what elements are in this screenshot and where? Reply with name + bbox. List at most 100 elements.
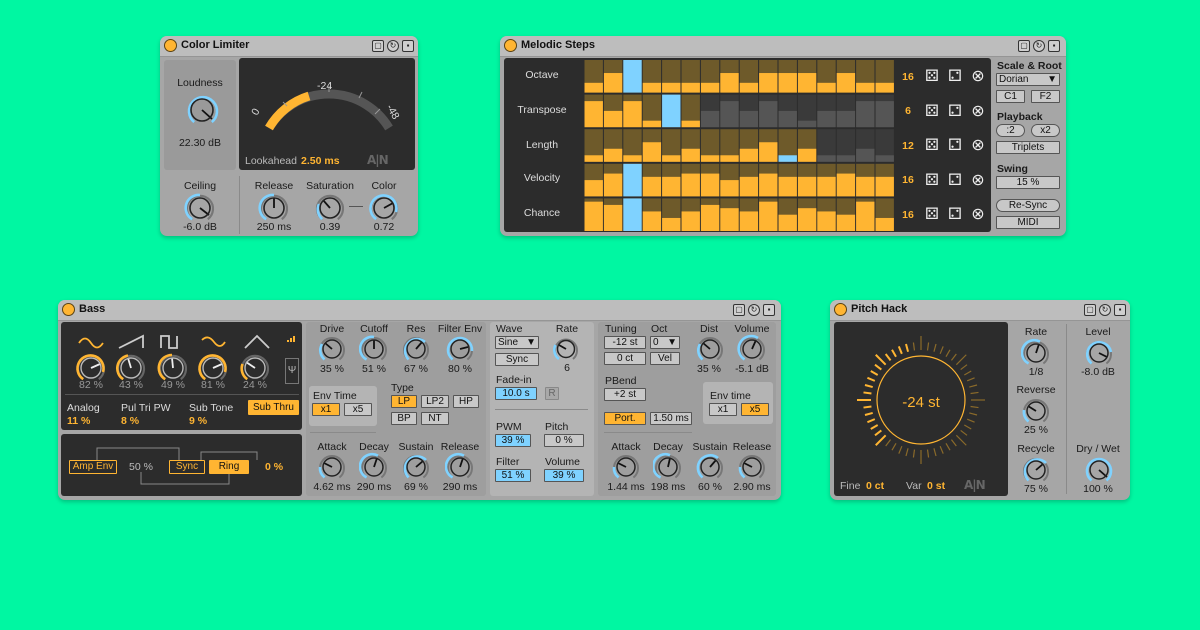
step-bar[interactable]	[759, 101, 778, 128]
step-bar[interactable]	[700, 204, 720, 231]
step-bar[interactable]	[759, 142, 778, 162]
device-toggle[interactable]	[834, 303, 847, 316]
ring-value[interactable]: 0 %	[257, 461, 291, 473]
step-bar[interactable]	[739, 148, 759, 162]
step-bar[interactable]	[662, 176, 681, 197]
step-bar[interactable]	[584, 82, 603, 93]
clear-icon[interactable]: ⊗	[970, 68, 986, 84]
step-bar[interactable]	[875, 82, 894, 93]
drive-knob[interactable]	[317, 334, 347, 364]
step-bar[interactable]	[836, 173, 856, 197]
step-bar[interactable]	[720, 208, 739, 231]
ring-button[interactable]: Ring	[209, 460, 249, 474]
step-bar[interactable]	[720, 101, 739, 128]
refresh-icon[interactable]: ↻	[387, 40, 399, 52]
filter-nt-button[interactable]: NT	[421, 412, 449, 425]
step-bar[interactable]	[720, 180, 739, 197]
lane-length-velocity[interactable]: 16	[896, 174, 920, 186]
step-bar[interactable]	[759, 173, 778, 197]
vel-button[interactable]: Vel	[650, 352, 680, 365]
pitch-value[interactable]: 0 %	[544, 434, 584, 447]
step-bar[interactable]	[778, 176, 797, 197]
release-knob[interactable]	[258, 192, 290, 224]
step-bar[interactable]	[817, 110, 836, 128]
step-bar[interactable]	[720, 155, 739, 162]
filter-lp-button[interactable]: LP	[391, 395, 417, 408]
step-bar[interactable]	[623, 101, 642, 128]
step-bar[interactable]	[720, 73, 739, 93]
crop-icon[interactable]: ▢	[1084, 304, 1096, 316]
mod-value[interactable]: 50 %	[125, 461, 157, 473]
env-time2-x5-button[interactable]: x5	[741, 403, 769, 416]
step-bar[interactable]	[739, 211, 759, 231]
dice-random-icon[interactable]: ⚄	[924, 102, 940, 119]
dice-shift-icon[interactable]: ⚁	[947, 68, 963, 84]
step-bar[interactable]	[642, 120, 662, 128]
dist-knob[interactable]	[695, 334, 725, 364]
step-bar[interactable]	[739, 82, 759, 93]
dice-random-icon[interactable]: ⚄	[924, 68, 940, 84]
step-bar[interactable]	[797, 148, 817, 162]
crop-icon[interactable]: ▢	[372, 40, 384, 52]
step-bar[interactable]	[759, 201, 778, 231]
step-bar[interactable]	[739, 110, 759, 128]
device-toggle[interactable]	[62, 303, 75, 316]
step-bar[interactable]	[662, 155, 681, 162]
step-bar[interactable]	[681, 120, 700, 128]
dice-shift-icon[interactable]: ⚁	[947, 171, 963, 188]
step-bar[interactable]	[603, 204, 623, 231]
step-bar[interactable]	[603, 148, 623, 162]
pbend-value[interactable]: +2 st	[604, 388, 646, 401]
lfo-filter-value[interactable]: 51 %	[495, 469, 531, 482]
step-bar[interactable]	[623, 60, 642, 93]
sync-button[interactable]: Sync	[169, 460, 205, 474]
step-bar[interactable]	[856, 101, 875, 128]
dice-random-icon[interactable]: ⚄	[924, 171, 940, 188]
lane-length-transpose[interactable]: 6	[896, 105, 920, 117]
cutoff-knob[interactable]	[359, 334, 389, 364]
level-knob[interactable]	[1084, 338, 1114, 368]
step-bar[interactable]	[642, 82, 662, 93]
analog-value[interactable]: 11 %	[67, 415, 90, 427]
filter-hp-button[interactable]: HP	[453, 395, 479, 408]
var-value[interactable]: 0 st	[927, 480, 945, 492]
step-bar[interactable]	[875, 217, 894, 231]
step-bar[interactable]	[759, 73, 778, 93]
step-bar[interactable]	[739, 176, 759, 197]
step-bar[interactable]	[623, 163, 642, 197]
refresh-icon[interactable]: ↻	[1033, 40, 1045, 52]
step-bar[interactable]	[856, 201, 875, 231]
step-bar[interactable]	[778, 73, 797, 93]
lane-length-length[interactable]: 12	[896, 140, 920, 152]
step-bar[interactable]	[603, 73, 623, 93]
attack-knob[interactable]	[317, 452, 347, 482]
step-bar[interactable]	[836, 110, 856, 128]
ceiling-knob[interactable]	[184, 192, 216, 224]
step-bar[interactable]	[875, 176, 894, 197]
env-time-x1-button[interactable]: x1	[312, 403, 340, 416]
amp-volume-knob[interactable]	[737, 334, 767, 364]
pwm-value[interactable]: 39 %	[495, 434, 531, 447]
portamento-value[interactable]: 1.50 ms	[650, 412, 692, 425]
step-bar[interactable]	[856, 148, 875, 162]
saturation-knob[interactable]	[314, 192, 346, 224]
step-bar[interactable]	[603, 173, 623, 197]
release-knob[interactable]	[445, 452, 475, 482]
dice-shift-icon[interactable]: ⚁	[947, 102, 963, 119]
lfo-sync-button[interactable]: Sync	[495, 353, 539, 366]
step-bar[interactable]	[681, 82, 700, 93]
filter-lp2-button[interactable]: LP2	[421, 395, 449, 408]
step-bar[interactable]	[662, 217, 681, 231]
env-time2-x1-button[interactable]: x1	[709, 403, 737, 416]
dice-shift-icon[interactable]: ⚁	[947, 206, 963, 222]
save-icon[interactable]: ▪	[1048, 40, 1060, 52]
step-bar[interactable]	[875, 155, 894, 162]
step-bar[interactable]	[856, 176, 875, 197]
subtone-value[interactable]: 9 %	[189, 415, 207, 427]
step-bar[interactable]	[681, 211, 700, 231]
step-bar[interactable]	[642, 142, 662, 162]
color-knob[interactable]	[368, 192, 400, 224]
crop-icon[interactable]: ▢	[733, 304, 745, 316]
swing-value[interactable]: 15 %	[996, 176, 1060, 189]
amp-decay-knob[interactable]	[653, 452, 683, 482]
